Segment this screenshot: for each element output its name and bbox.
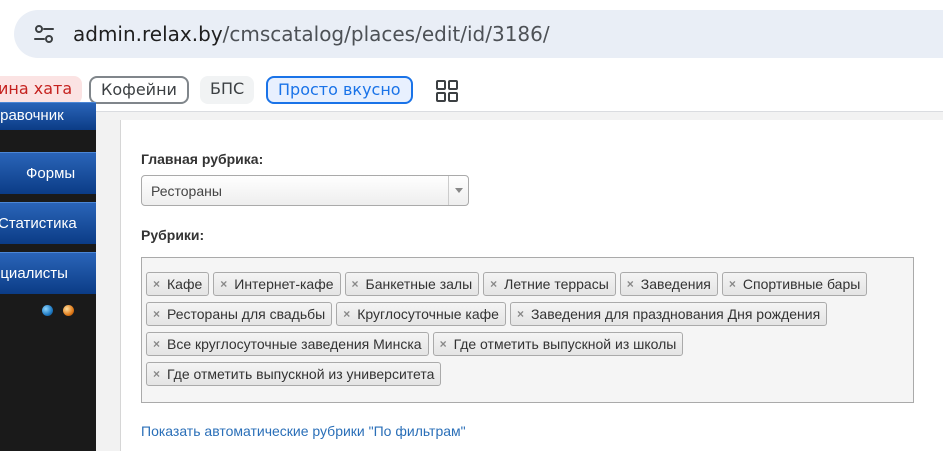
sidebar-item-specialists[interactable]: ециалисты (0, 252, 96, 294)
close-icon[interactable]: × (343, 303, 350, 325)
sidebar-item-label: Статистика (0, 215, 77, 232)
category-tag: × Заведения (619, 272, 718, 296)
globe-icon[interactable] (63, 305, 74, 316)
sidebar-item-label: Формы (26, 165, 76, 182)
close-icon[interactable]: × (220, 273, 227, 295)
category-tag-label: Кафе (167, 276, 203, 292)
category-tag-label: Где отметить выпускной из университета (167, 366, 435, 382)
show-auto-categories-link[interactable]: Показать автоматические рубрики "По филь… (141, 423, 466, 439)
category-tag: × Банкетные залы (344, 272, 480, 296)
category-tag-label: Все круглосуточные заведения Минска (167, 336, 422, 352)
categories-label: Рубрики: (141, 227, 205, 243)
close-icon[interactable]: × (153, 363, 160, 385)
main-category-label: Главная рубрика: (141, 151, 264, 167)
address-bar[interactable]: admin.relax.by/cmscatalog/places/edit/id… (14, 10, 943, 58)
admin-sidebar: правочник Формы Статистика ециалисты (0, 102, 96, 451)
category-tag: × Где отметить выпускной из университета (146, 362, 442, 386)
category-tag: × Кафе (146, 272, 210, 296)
category-tag-label: Круглосуточные кафе (357, 306, 499, 322)
main-category-value: Рестораны (151, 183, 222, 199)
category-tag-label: Летние террасы (504, 276, 609, 292)
bookmark-item[interactable]: Просто вкусно (266, 76, 413, 104)
category-tag: × Все круглосуточные заведения Минска (146, 332, 429, 356)
category-tag-label: Где отметить выпускной из школы (453, 336, 677, 352)
globe-icon[interactable] (42, 305, 53, 316)
close-icon[interactable]: × (352, 273, 359, 295)
browser-toolbar: admin.relax.by/cmscatalog/places/edit/id… (0, 0, 943, 68)
sidebar-item-label: ециалисты (0, 265, 68, 282)
category-tag-label: Интернет-кафе (234, 276, 334, 292)
tag-list: × Кафе × Интернет-кафе × Банкетные залы × Летни… (146, 272, 906, 386)
category-tag-label: Спортивные бары (742, 276, 861, 292)
apps-grid-icon[interactable] (436, 80, 458, 102)
category-tag-label: Заведения (640, 276, 711, 292)
url-text[interactable]: admin.relax.by/cmscatalog/places/edit/id… (73, 22, 550, 46)
category-tag: × Летние террасы (483, 272, 616, 296)
close-icon[interactable]: × (517, 303, 524, 325)
category-tag: × Где отметить выпускной из школы (432, 332, 684, 356)
url-host: admin.relax.by (73, 22, 223, 46)
category-tag-label: Банкетные залы (365, 276, 473, 292)
close-icon[interactable]: × (627, 273, 634, 295)
sidebar-item-forms[interactable]: Формы (0, 152, 96, 194)
category-tag: × Заведения для празднования Дня рождения (509, 302, 828, 326)
category-tag-label: Заведения для празднования Дня рождения (530, 306, 821, 322)
close-icon[interactable]: × (440, 333, 447, 355)
close-icon[interactable]: × (153, 273, 160, 295)
main-content: Главная рубрика: Рестораны Рубрики: × Каф… (96, 112, 943, 451)
tune-icon[interactable] (32, 22, 56, 46)
category-tag: × Спортивные бары (721, 272, 868, 296)
category-tag: × Рестораны для свадьбы (146, 302, 333, 326)
close-icon[interactable]: × (729, 273, 736, 295)
chevron-down-icon[interactable] (448, 176, 468, 205)
sidebar-item-label: правочник (0, 107, 64, 124)
bookmark-item[interactable]: ина хата (0, 76, 83, 104)
category-tag: × Круглосуточные кафе (336, 302, 506, 326)
main-category-select[interactable]: Рестораны (141, 175, 469, 206)
category-tag-label: Рестораны для свадьбы (167, 306, 326, 322)
sidebar-item-statistics[interactable]: Статистика (0, 202, 96, 244)
bookmark-item[interactable]: Кофейни (89, 76, 189, 104)
url-path: /cmscatalog/places/edit/id/3186/ (222, 22, 550, 46)
bookmarks-bar: ина хата Кофейни БПС Просто вкусно (0, 68, 943, 112)
edit-form-panel: Главная рубрика: Рестораны Рубрики: × Каф… (120, 120, 943, 451)
sidebar-item-directory[interactable]: правочник (0, 102, 96, 130)
category-tag: × Интернет-кафе (213, 272, 341, 296)
close-icon[interactable]: × (153, 333, 160, 355)
bookmark-item[interactable]: БПС (200, 76, 255, 104)
categories-multiselect[interactable]: × Кафе × Интернет-кафе × Банкетные залы × Летни… (141, 257, 914, 403)
close-icon[interactable]: × (153, 303, 160, 325)
close-icon[interactable]: × (490, 273, 497, 295)
